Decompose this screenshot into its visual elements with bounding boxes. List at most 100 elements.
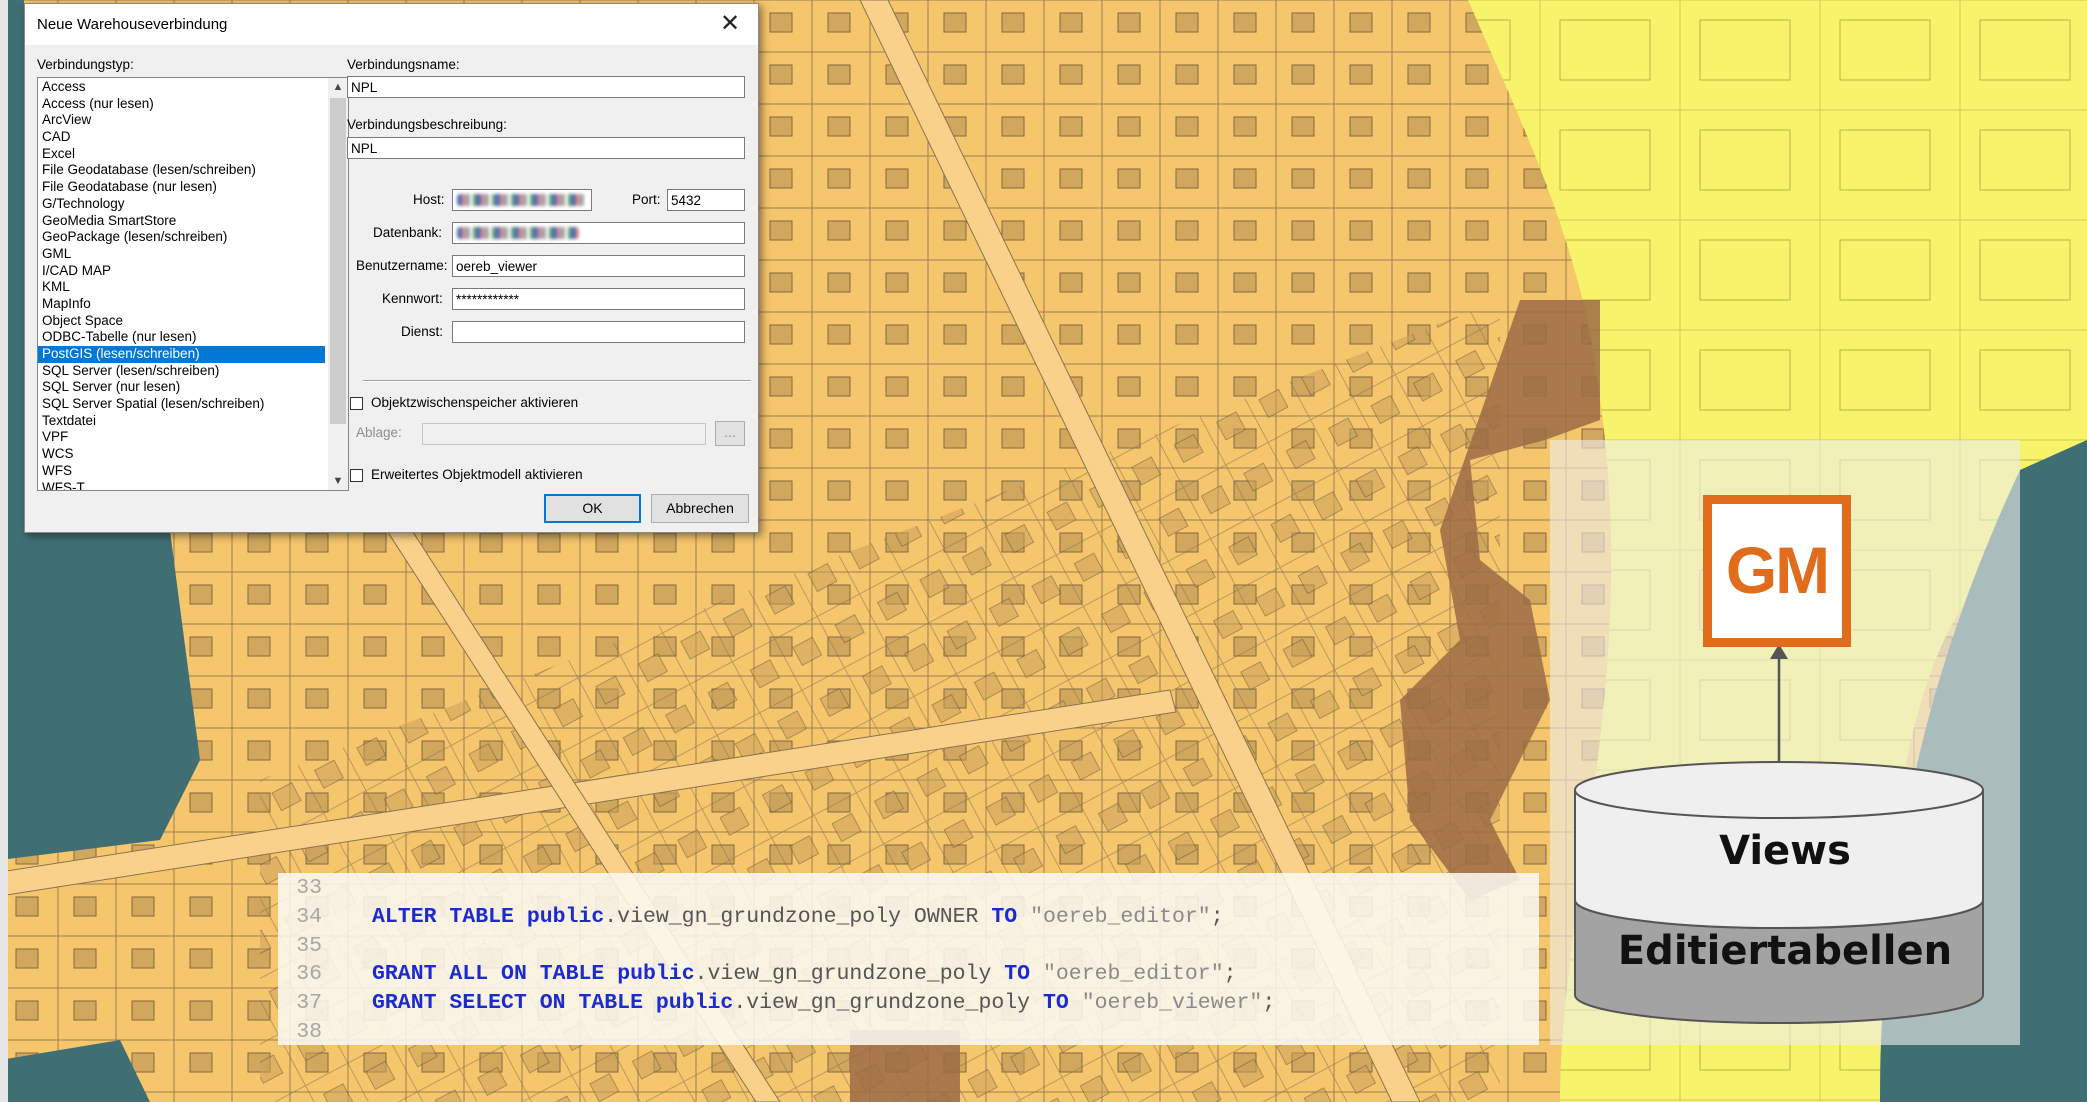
sql-keyword: TABLE [449,904,514,929]
dialog-title: Neue Warehouseverbindung [37,16,228,33]
geomedia-app-icon: GM [1703,495,1851,647]
sql-keyword: TO [991,904,1018,929]
connection-name-input[interactable]: NPL [347,76,745,98]
host-label: Host: [413,192,445,207]
connection-type-item[interactable]: PostGIS (lesen/schreiben) [38,346,325,363]
connection-type-item[interactable]: Access [38,79,325,96]
sql-token: .view_gn_grundzone_poly [733,991,1043,1016]
sql-string: "oereb_viewer" [1081,991,1263,1016]
connection-type-item[interactable]: Textdatei [38,413,325,430]
password-input[interactable]: ************ [452,288,745,310]
sql-string: "oereb_editor" [1042,962,1224,987]
line-number: 38 [296,1020,322,1044]
ok-button[interactable]: OK [544,494,641,523]
line-number: 37 [296,991,322,1016]
connection-type-item[interactable]: ODBC-Tabelle (nur lesen) [38,329,325,346]
line-number: 36 [296,962,322,987]
connection-type-item[interactable]: SQL Server (lesen/schreiben) [38,363,325,380]
sql-keyword: public [655,991,734,1016]
connection-type-item[interactable]: WFS-T [38,480,325,491]
sql-keyword: public [526,904,605,929]
line-number: 35 [296,933,322,958]
connection-type-item[interactable]: File Geodatabase (nur lesen) [38,179,325,196]
connection-type-item[interactable]: VPF [38,429,325,446]
database-label: Datenbank: [373,225,443,240]
connection-type-item[interactable]: SQL Server Spatial (lesen/schreiben) [38,396,325,413]
code-line: 38 [278,1018,322,1047]
connection-name-label: Verbindungsname: [347,57,460,72]
sql-keyword: SELECT [449,991,527,1016]
cancel-button[interactable]: Abbrechen [651,494,749,523]
cache-checkbox[interactable] [350,397,363,410]
line-number: 33 [296,876,322,900]
architecture-overlay: GM Views Editiertabellen [1550,440,2020,1045]
code-text: GRANT ALL ON TABLE public.view_gn_grundz… [372,960,1237,989]
scroll-up-icon[interactable]: ▲ [328,78,348,96]
scroll-thumb[interactable] [330,98,346,424]
connection-type-item[interactable]: MapInfo [38,296,325,313]
port-input[interactable]: 5432 [667,189,745,211]
connection-description-input[interactable]: NPL [347,137,745,159]
sql-keyword: ON [501,962,527,987]
connection-type-item[interactable]: WFS [38,463,325,480]
code-line: 34 ALTER TABLE public.view_gn_grundzone_p… [278,903,1223,932]
password-label: Kennwort: [382,291,443,306]
connection-type-item[interactable]: ArcView [38,112,325,129]
connection-type-item[interactable]: G/Technology [38,196,325,213]
connection-type-item[interactable]: WCS [38,446,325,463]
username-input[interactable]: oereb_viewer [452,255,745,277]
connection-type-item[interactable]: File Geodatabase (lesen/schreiben) [38,162,325,179]
port-label: Port: [632,192,661,207]
scroll-down-icon[interactable]: ▼ [328,472,348,490]
code-line: 35 [278,932,322,961]
sql-code-overlay: 33 34 ALTER TABLE public.view_gn_grundzone… [278,873,1539,1045]
connection-type-item[interactable]: I/CAD MAP [38,263,325,280]
sql-keyword: ON [539,991,566,1016]
service-input[interactable] [452,321,745,343]
code-text: GRANT SELECT ON TABLE public.view_gn_gru… [372,989,1275,1018]
connection-type-item[interactable]: Excel [38,146,325,163]
redacted-database [457,227,579,239]
app-icon-text: GM [1725,533,1830,607]
connection-type-item[interactable]: GeoMedia SmartStore [38,213,325,230]
list-scrollbar[interactable]: ▲ ▼ [328,78,348,490]
sql-keyword: TO [1004,962,1031,987]
storage-input[interactable] [422,423,706,445]
connection-type-item[interactable]: Object Space [38,313,325,330]
sql-keyword: public [617,962,695,987]
database-input[interactable] [452,222,745,244]
dialog-separator [363,380,751,382]
sql-keyword: TO [1042,991,1069,1016]
connection-type-label: Verbindungstyp: [37,57,134,72]
connection-description-label: Verbindungsbeschreibung: [347,117,507,132]
line-number: 34 [296,904,322,929]
sql-token: ; [1210,904,1224,929]
cache-checkbox-label: Objektzwischenspeicher aktivieren [371,395,579,410]
close-icon[interactable]: ✕ [712,8,748,40]
code-line: 37 GRANT SELECT ON TABLE public.view_gn_g… [278,989,1275,1018]
sql-token: .view_gn_grundzone_poly OWNER [604,904,992,929]
extended-model-checkbox[interactable] [350,469,363,482]
connection-type-list[interactable]: Access Access (nur lesen) ArcView CAD Excel F… [37,77,349,491]
browse-button[interactable]: ... [715,421,745,446]
connection-type-item[interactable]: SQL Server (nur lesen) [38,379,325,396]
connection-type-item[interactable]: GML [38,246,325,263]
connection-type-items: Access Access (nur lesen) ArcView CAD Excel F… [38,79,325,491]
host-input[interactable] [452,189,592,211]
connection-type-item[interactable]: Access (nur lesen) [38,96,325,113]
database-top [1574,761,1984,819]
connection-type-item[interactable]: CAD [38,129,325,146]
sql-keyword: ALL [449,962,489,987]
connection-type-item[interactable]: KML [38,279,325,296]
connection-type-item[interactable]: GeoPackage (lesen/schreiben) [38,229,325,246]
code-line: 36 GRANT ALL ON TABLE public.view_gn_grun… [278,960,1236,989]
extended-model-checkbox-label: Erweitertes Objektmodell aktivieren [371,467,583,482]
dialog-titlebar: Neue Warehouseverbindung ✕ [25,4,758,45]
